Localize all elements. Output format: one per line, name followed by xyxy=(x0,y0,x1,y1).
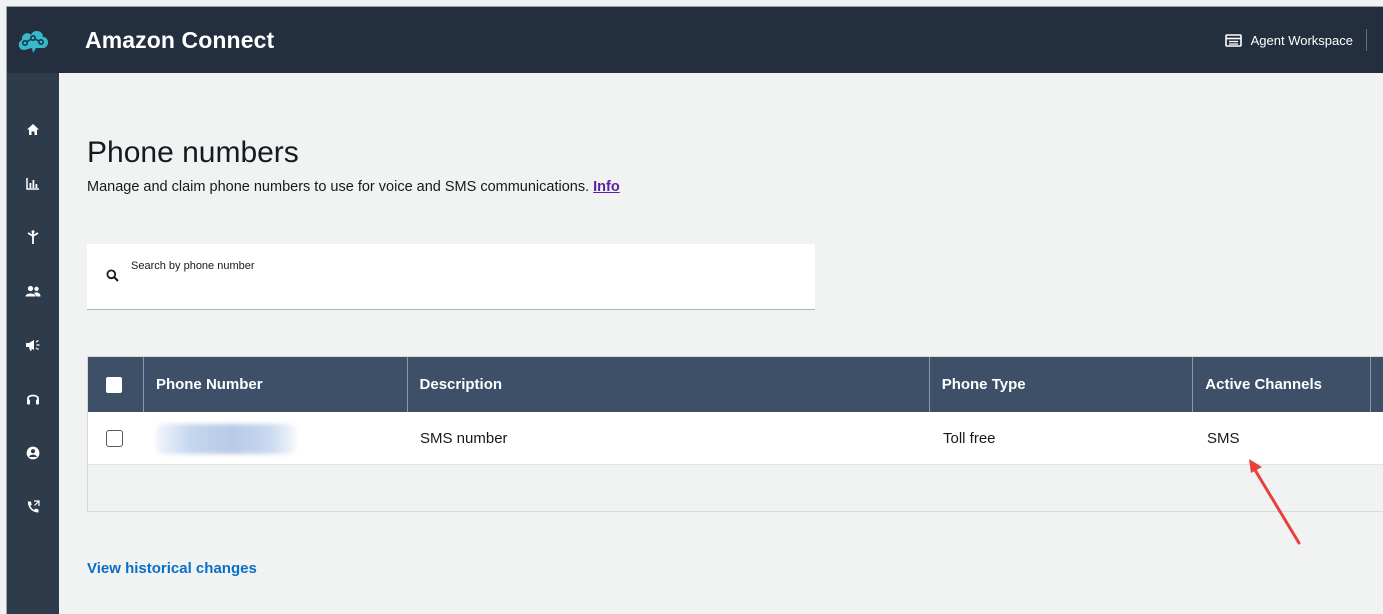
workspace-window-icon xyxy=(1224,33,1242,47)
headset-icon[interactable] xyxy=(7,385,59,413)
search-input[interactable] xyxy=(131,256,791,276)
sidebar-nav xyxy=(7,73,59,614)
select-all-checkbox[interactable] xyxy=(106,376,122,393)
campaigns-icon[interactable] xyxy=(7,331,59,359)
view-historical-changes-link[interactable]: View historical changes xyxy=(87,560,257,577)
annotation-arrow xyxy=(1249,459,1301,545)
phone-number-cell xyxy=(144,412,408,465)
page-description: Manage and claim phone numbers to use fo… xyxy=(87,179,620,195)
app-window: Amazon Connect Agent Workspace Phone num… xyxy=(6,6,1383,614)
info-link[interactable]: Info xyxy=(593,179,620,195)
home-icon[interactable] xyxy=(7,115,59,143)
redacted-phone-number-link[interactable] xyxy=(156,423,296,454)
description-cell: SMS number xyxy=(420,430,508,447)
row-checkbox-cell xyxy=(88,412,144,465)
column-header-description[interactable]: Description xyxy=(408,357,930,412)
top-navigation-bar: Amazon Connect Agent Workspace xyxy=(7,7,1383,73)
profile-icon[interactable] xyxy=(7,439,59,467)
users-icon[interactable] xyxy=(7,277,59,305)
amazon-connect-logo-icon[interactable] xyxy=(7,7,59,73)
column-header-phone-number[interactable]: Phone Number xyxy=(144,357,408,412)
page-description-text: Manage and claim phone numbers to use fo… xyxy=(87,179,590,195)
column-header-phone-type[interactable]: Phone Type xyxy=(930,357,1194,412)
phone-type-cell: Toll free xyxy=(943,430,996,447)
page-title: Phone numbers xyxy=(87,136,299,169)
app-title: Amazon Connect xyxy=(85,26,275,53)
agent-workspace-button[interactable]: Agent Workspace xyxy=(1224,7,1368,73)
phone-icon[interactable] xyxy=(7,493,59,521)
routing-icon[interactable] xyxy=(7,223,59,251)
table-row[interactable]: SMS number Toll free SMS xyxy=(88,412,1383,465)
phone-numbers-table: Phone Number Description Phone Type Acti… xyxy=(87,356,1383,512)
row-checkbox[interactable] xyxy=(106,430,123,447)
search-field[interactable] xyxy=(87,244,815,310)
table-header: Phone Number Description Phone Type Acti… xyxy=(88,357,1383,412)
agent-workspace-label: Agent Workspace xyxy=(1250,32,1353,48)
column-header-overflow xyxy=(1371,357,1383,412)
column-header-active-channels[interactable]: Active Channels xyxy=(1193,357,1372,412)
search-icon xyxy=(106,269,119,282)
analytics-icon[interactable] xyxy=(7,169,59,197)
header-checkbox-cell xyxy=(88,357,144,412)
main-content: Phone numbers Manage and claim phone num… xyxy=(59,73,1383,614)
table-empty-space xyxy=(88,465,1383,511)
